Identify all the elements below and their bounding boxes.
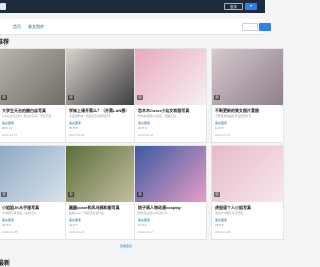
card-category-tag[interactable]: 美女图库 bbox=[215, 218, 227, 222]
card-stats: 46 ♥ 9 bbox=[138, 126, 147, 130]
card-description: 粉色系动漫cos写真分享 bbox=[138, 211, 168, 215]
card-thumbnail[interactable] bbox=[66, 146, 137, 202]
gallery-card[interactable]: 图圆圆coser和风乌鸦和服写真 圆圆coser一组和风写真作品 美女图库 41 ♥ … bbox=[65, 145, 138, 240]
gallery-card[interactable]: 图小姐姐JK水手服写真 JK制服写真合集，青春活力 美女图库 32 ♥ 6 2022-0… bbox=[0, 145, 71, 240]
tab-home[interactable]: 首页 bbox=[13, 19, 21, 34]
card-category-tag[interactable]: 美女图库 bbox=[138, 121, 150, 125]
menu-button[interactable] bbox=[245, 3, 257, 10]
section-title-latest: 最新 bbox=[0, 261, 11, 267]
card-thumbnail[interactable] bbox=[0, 146, 70, 202]
card-image-badge: 图 bbox=[214, 192, 221, 197]
card-image-badge: 图 bbox=[68, 95, 75, 100]
gallery-card[interactable]: 图学妹上课开黑么？（开黑LAN想） 可爱的学妹一组黑丝写真套图分享 美女图库 55 ♥… bbox=[65, 48, 138, 143]
card-description: JK制服写真合集，青春活力 bbox=[2, 211, 37, 215]
card-date: 2022-01-17 bbox=[138, 230, 154, 234]
card-image-badge: 图 bbox=[1, 192, 8, 197]
gallery-card[interactable]: 图大学生天台拍摄白丝写真 Coser在天台的一组白丝写真，清新可爱 美女图库 99 ♥… bbox=[0, 48, 71, 143]
card-category-tag[interactable]: 美女图库 bbox=[2, 218, 14, 222]
card-category-tag[interactable]: 美女图库 bbox=[138, 218, 150, 222]
card-description: 粉色系和服cos写真，甜美可爱 bbox=[138, 114, 176, 118]
card-date: 2022-02-04 bbox=[138, 133, 154, 137]
card-image-badge: 图 bbox=[214, 95, 221, 100]
card-image-badge: 图 bbox=[137, 95, 144, 100]
card-date: 2022-02-17 bbox=[2, 133, 18, 137]
tab-beauty-gallery[interactable]: 美女图库 bbox=[28, 19, 44, 34]
card-stats: 99 ♥ 12 bbox=[2, 126, 13, 130]
card-thumbnail[interactable] bbox=[0, 49, 70, 105]
gallery-card[interactable]: 图桃子萌人物动漫cosplay 粉色系动漫cos写真分享 美女图库 27 ♥ 4 202… bbox=[134, 145, 207, 240]
card-image-badge: 图 bbox=[1, 95, 8, 100]
gallery-card[interactable]: 图虎胆逼个人小姐写真 清新户外樱花写真合集 美女图库 20 ♥ 5 2022-01-06 bbox=[211, 145, 284, 240]
card-date: 2022-01-18 bbox=[69, 230, 85, 234]
card-date: 2022-02-05 bbox=[69, 133, 85, 137]
gallery-card[interactable]: 图不断更新的美女图片套图 不断更新的美女写真套图分享 美女图库 12 ♥ 3 2022-… bbox=[211, 48, 284, 143]
card-category-tag[interactable]: 美女图库 bbox=[69, 121, 81, 125]
card-stats: 41 ♥ 7 bbox=[69, 223, 78, 227]
site-logo[interactable] bbox=[0, 3, 6, 10]
card-date: 2022-02-11 bbox=[215, 133, 231, 137]
section-title-recommended: 推荐 bbox=[0, 40, 10, 46]
card-description: 圆圆coser一组和风写真作品 bbox=[69, 211, 104, 215]
login-button[interactable]: 登录 bbox=[224, 3, 243, 10]
card-date: 2022-01-28 bbox=[2, 230, 18, 234]
card-description: 可爱的学妹一组黑丝写真套图分享 bbox=[69, 114, 111, 118]
gallery-card[interactable]: 图恋木木Coser小仙女和服写真 粉色系和服cos写真，甜美可爱 美女图库 46 ♥ … bbox=[134, 48, 207, 143]
card-thumbnail[interactable] bbox=[135, 49, 206, 105]
card-image-badge: 图 bbox=[137, 192, 144, 197]
search-input[interactable] bbox=[242, 23, 258, 31]
sub-navigation: 首页 美女图库 bbox=[0, 19, 271, 35]
card-stats: 55 ♥ 8 bbox=[69, 126, 78, 130]
card-category-tag[interactable]: 美女图库 bbox=[215, 121, 227, 125]
card-thumbnail[interactable] bbox=[212, 146, 283, 202]
card-description: Coser在天台的一组白丝写真，清新可爱 bbox=[2, 114, 52, 118]
card-stats: 32 ♥ 6 bbox=[2, 223, 11, 227]
top-navigation-bar: 登录 bbox=[0, 0, 265, 13]
publish-button[interactable] bbox=[259, 23, 271, 31]
load-more-link[interactable]: 查看更多 bbox=[120, 244, 132, 248]
card-category-tag[interactable]: 美女图库 bbox=[69, 218, 81, 222]
card-image-badge: 图 bbox=[68, 192, 75, 197]
card-description: 清新户外樱花写真合集 bbox=[215, 211, 243, 215]
card-thumbnail[interactable] bbox=[135, 146, 206, 202]
card-thumbnail[interactable] bbox=[212, 49, 283, 105]
card-description: 不断更新的美女写真套图分享 bbox=[215, 114, 252, 118]
card-category-tag[interactable]: 美女图库 bbox=[2, 121, 14, 125]
card-stats: 20 ♥ 5 bbox=[215, 223, 224, 227]
card-stats: 27 ♥ 4 bbox=[138, 223, 147, 227]
card-thumbnail[interactable] bbox=[66, 49, 137, 105]
card-stats: 12 ♥ 3 bbox=[215, 126, 224, 130]
card-date: 2022-01-06 bbox=[215, 230, 231, 234]
